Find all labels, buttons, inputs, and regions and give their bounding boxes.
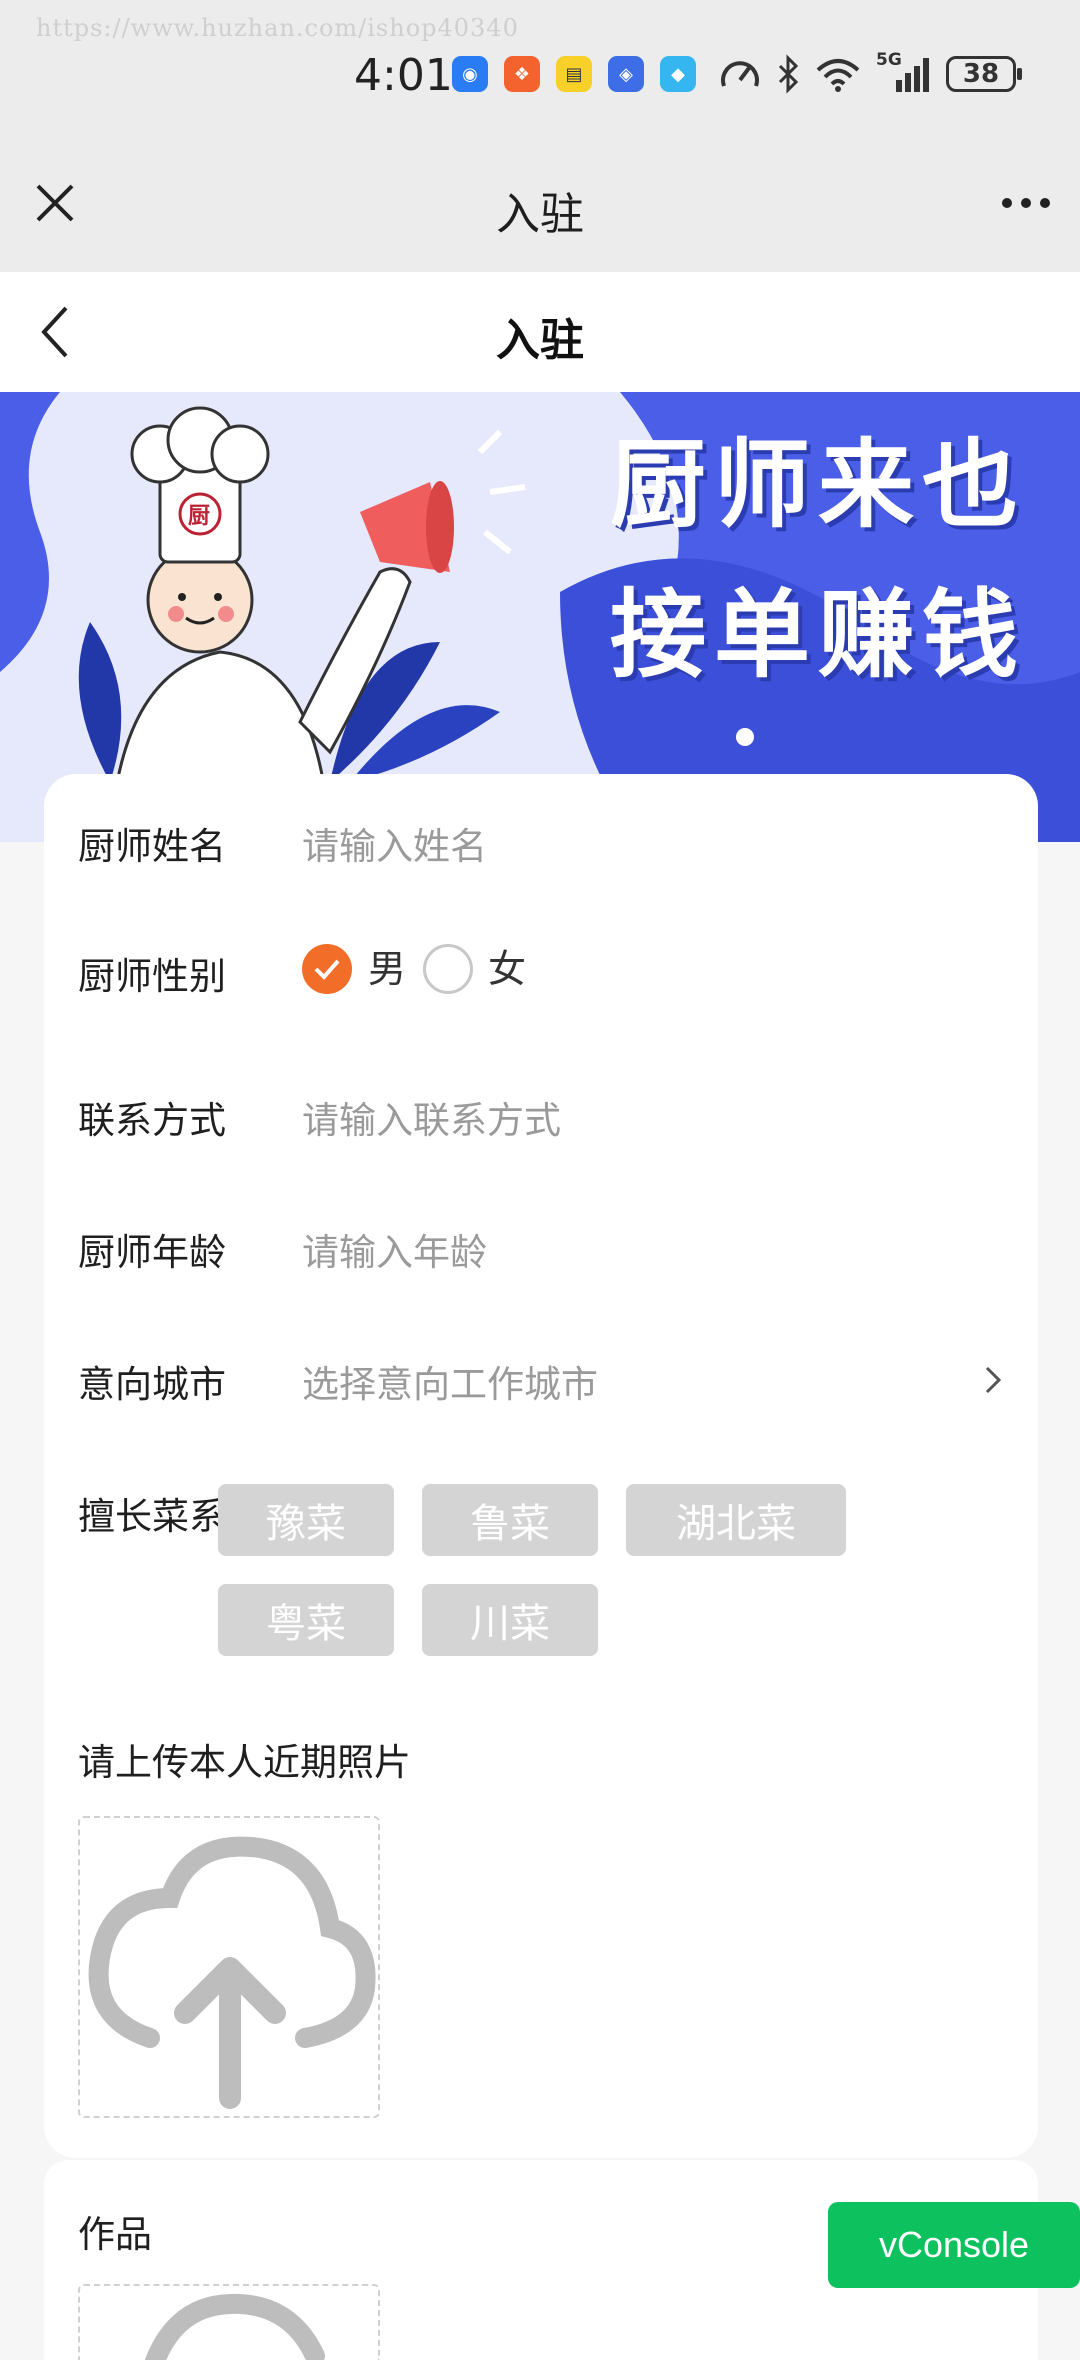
- chef-hat-badge: 厨: [188, 504, 211, 529]
- gender-male-label[interactable]: 男: [368, 938, 406, 993]
- more-options-icon[interactable]: [1002, 198, 1050, 208]
- banner-line-1: 厨师来也: [610, 429, 1026, 541]
- registration-form-card: 厨师姓名 请输入姓名 厨师性别 男 女 联系方式 请输入联系方式 厨师年龄 请输…: [44, 774, 1038, 2158]
- cloud-upload-icon: [144, 2293, 325, 2360]
- photo-upload-box[interactable]: [78, 1816, 380, 2118]
- cuisine-tag[interactable]: 粤菜: [218, 1584, 394, 1656]
- name-label: 厨师姓名: [78, 825, 226, 868]
- cuisine-tag[interactable]: 川菜: [422, 1584, 598, 1656]
- status-system-icons: 5G 38: [718, 50, 1022, 94]
- app-notification-icon: ◉: [452, 56, 488, 92]
- check-icon: [314, 959, 340, 980]
- form-row-age: 厨师年龄 请输入年龄: [78, 1222, 1008, 1282]
- status-bar: https://www.huzhan.com/ishop40340 4:01 ◉…: [0, 0, 1080, 120]
- cloud-upload-icon: [88, 1836, 376, 2109]
- page-title: 入驻: [496, 315, 584, 366]
- cuisine-tag[interactable]: 湖北菜: [626, 1484, 846, 1556]
- gender-label: 厨师性别: [78, 955, 226, 998]
- form-row-photo: 请上传本人近期照片: [78, 1732, 1008, 1792]
- gender-female-label[interactable]: 女: [488, 938, 526, 993]
- city-label: 意向城市: [78, 1363, 226, 1406]
- app-notification-icon: ◈: [608, 56, 644, 92]
- watermark-url: https://www.huzhan.com/ishop40340: [36, 14, 519, 42]
- wechat-title: 入驻: [496, 189, 584, 240]
- form-row-contact: 联系方式 请输入联系方式: [78, 1090, 1008, 1150]
- form-row-city[interactable]: 意向城市 选择意向工作城市: [78, 1354, 1008, 1414]
- wifi-icon: [816, 59, 860, 92]
- name-input[interactable]: 请输入姓名: [302, 816, 487, 870]
- battery-icon: 38: [946, 56, 1022, 92]
- chevron-right-icon[interactable]: [978, 1360, 1008, 1400]
- status-time: 4:01: [354, 50, 453, 101]
- app-notification-icon: ❖: [504, 56, 540, 92]
- photo-label: 请上传本人近期照片: [78, 1741, 411, 1784]
- vconsole-button[interactable]: vConsole: [828, 2202, 1080, 2288]
- age-label: 厨师年龄: [78, 1231, 226, 1274]
- works-upload-box[interactable]: [78, 2284, 380, 2360]
- form-row-gender: 厨师性别 男 女: [78, 932, 1008, 998]
- app-notification-icon: ◆: [660, 56, 696, 92]
- bluetooth-icon: [778, 54, 799, 94]
- cuisine-tag[interactable]: 鲁菜: [422, 1484, 598, 1556]
- page-nav-bar: 入驻: [0, 272, 1080, 392]
- speed-icon: [721, 61, 759, 87]
- works-label: 作品: [78, 2213, 152, 2256]
- status-app-icons: ◉ ❖ ▤ ◈ ◆: [452, 56, 696, 92]
- contact-label: 联系方式: [78, 1099, 226, 1142]
- app-notification-icon: ▤: [556, 56, 592, 92]
- cuisine-label: 擅长菜系: [78, 1495, 226, 1538]
- form-row-name: 厨师姓名 请输入姓名: [78, 816, 1008, 876]
- age-input[interactable]: 请输入年龄: [302, 1222, 487, 1276]
- signal-icon: 5G: [876, 50, 932, 94]
- form-row-cuisine: 擅长菜系 豫菜 鲁菜 湖北菜 粤菜 川菜: [78, 1484, 1008, 1684]
- cuisine-tag[interactable]: 豫菜: [218, 1484, 394, 1556]
- banner-slogan: 厨师来也 接单赚钱: [610, 410, 1050, 710]
- wechat-header: 入驻: [0, 120, 1080, 272]
- gender-male-radio[interactable]: [302, 944, 352, 994]
- contact-input[interactable]: 请输入联系方式: [302, 1090, 561, 1144]
- city-select[interactable]: 选择意向工作城市: [302, 1354, 598, 1408]
- gender-female-radio[interactable]: [423, 944, 473, 994]
- banner-line-2: 接单赚钱: [610, 579, 1026, 691]
